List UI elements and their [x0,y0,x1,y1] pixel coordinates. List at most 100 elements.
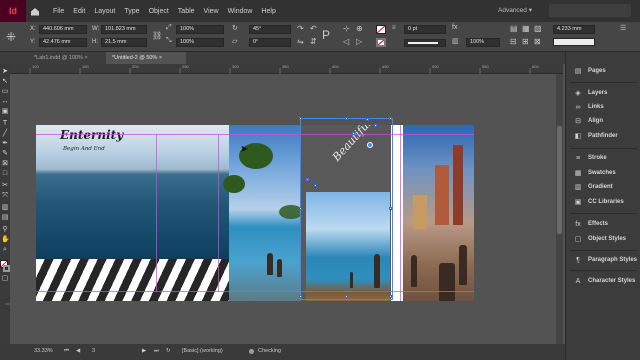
selection-handle[interactable] [299,117,302,120]
selection-handle[interactable] [299,295,302,298]
menu-layout[interactable]: Layout [94,8,115,15]
preflight-profile[interactable]: [Basic] (working) [182,348,223,354]
opacity-field[interactable]: 100% [466,38,500,47]
direct-selection-tool-icon[interactable]: ↖ [1,78,9,86]
menu-edit[interactable]: Edit [73,8,85,15]
zoom-tool-icon[interactable]: ⌕ [1,246,9,254]
refresh-icon[interactable]: ↻ [166,348,171,354]
panel-paragraph-styles[interactable]: ¶ Paragraph Styles [566,253,640,267]
flip-vertical-icon[interactable]: ⇵ [310,37,317,46]
panel-align[interactable]: ⊟ Align [566,114,640,128]
panel-layers[interactable]: ◈ Layers [566,86,640,100]
menu-table[interactable]: Table [178,8,195,15]
stroke-swatch-icon[interactable] [376,38,386,47]
select-previous-icon[interactable]: ◁ [343,37,349,46]
reference-point-icon[interactable]: ⁜ [6,30,16,44]
selection-handle[interactable] [299,207,302,210]
page-tool-icon[interactable]: ▭ [1,88,9,96]
panel-character-styles[interactable]: A Character Styles [566,274,640,288]
rectangle-frame-tool-icon[interactable]: ⊠ [1,160,9,168]
menu-object[interactable]: Object [149,8,169,15]
tab-untitled-2[interactable]: *Untitled-2 @ 50% × [106,52,186,64]
street-photo[interactable] [403,125,474,301]
constrain-link-icon[interactable]: ⛓ [152,31,162,40]
menu-view[interactable]: View [204,8,219,15]
frame-fitting-icon[interactable]: ⊠ [534,37,541,46]
effects-fx-icon[interactable]: fx [452,24,457,31]
rectangle-tool-icon[interactable]: □ [1,170,9,178]
gradient-tool-icon[interactable]: ▥ [1,204,9,212]
note-tool-icon[interactable]: ▤ [1,214,9,222]
select-content-icon[interactable]: ⊕ [356,24,363,33]
panel-stroke[interactable]: ≡ Stroke [566,151,640,165]
document-canvas[interactable]: Enternity Begin And End Beautiful ➤ [10,74,563,344]
style-dropdown[interactable] [553,38,595,46]
scissors-tool-icon[interactable]: ✂ [1,182,9,190]
free-transform-tool-icon[interactable]: ⤧ [1,192,9,200]
page-spread[interactable]: Enternity Begin And End Beautiful [36,125,474,301]
selection-handle[interactable] [389,207,392,210]
selection-handle[interactable] [389,295,392,298]
menu-help[interactable]: Help [261,8,275,15]
panel-menu-icon[interactable]: ☰ [620,24,626,32]
distribute-icon[interactable]: ⊞ [522,37,529,46]
type-tool-icon[interactable]: T [1,120,9,128]
type-path-icon[interactable]: P [322,28,330,42]
fill-swatch-icon[interactable] [376,25,386,34]
first-page-icon[interactable]: ⏮ [64,348,69,355]
panel-gradient[interactable]: ▥ Gradient [566,180,640,194]
vertical-scrollbar[interactable] [556,74,563,344]
page-number[interactable]: 3 [92,348,95,354]
path-handle[interactable] [314,184,317,187]
workspace-switcher[interactable]: Advanced ▾ [498,6,532,14]
panel-pages[interactable]: ▤ Pages [566,64,640,78]
selection-bounding-box[interactable] [299,117,393,300]
rotate-ccw-icon[interactable]: ↶ [310,24,317,33]
stroke-type-dropdown[interactable] [404,39,446,47]
offset-field[interactable]: 4.233 mm [553,25,595,34]
gap-tool-icon[interactable]: ↔ [1,98,9,106]
panel-object-styles[interactable]: ▢ Object Styles [566,232,640,246]
rotate-cw-icon[interactable]: ↷ [297,24,304,33]
rotate-field[interactable]: 45° [249,25,291,34]
panel-effects[interactable]: fx Effects [566,217,640,231]
next-page-icon[interactable]: ▶ [142,348,146,354]
flip-horizontal-icon[interactable]: ⇋ [297,37,304,46]
tab-close-icon[interactable]: × [159,55,162,61]
eyedropper-tool-icon[interactable]: ⚲ [1,226,9,234]
vertical-scroll-thumb[interactable] [557,126,562,234]
w-field[interactable]: 101.823 mm [101,25,147,34]
content-collector-icon[interactable]: ▣ [1,108,9,116]
stroke-weight-field[interactable]: 0 pt [404,25,446,34]
zoom-level[interactable]: 33.33% [34,348,53,354]
path-handle[interactable] [306,178,309,181]
text-wrap-shape-icon[interactable]: ▧ [534,24,542,33]
shear-field[interactable]: 0° [249,38,291,47]
tab-lab1[interactable]: *Lab1.indd @ 100% × [28,52,106,64]
text-wrap-none-icon[interactable]: ▤ [510,24,518,33]
stroke-color-icon[interactable] [3,265,10,272]
selection-handle[interactable] [345,295,348,298]
panel-swatches[interactable]: ▦ Swatches [566,166,640,180]
panel-cc-libraries[interactable]: ▣ CC Libraries [566,195,640,209]
scale-x-field[interactable]: 100% [176,25,224,34]
select-next-icon[interactable]: ▷ [356,37,362,46]
selection-handle[interactable] [345,117,348,120]
pen-tool-icon[interactable]: ✒ [1,140,9,148]
content-grabber-icon[interactable] [367,142,373,148]
last-page-icon[interactable]: ⏭ [154,348,159,355]
text-wrap-bbox-icon[interactable]: ▦ [522,24,530,33]
menu-file[interactable]: File [53,8,64,15]
panel-links[interactable]: ∞ Links [566,100,640,114]
path-handle[interactable] [374,124,377,127]
align-icon[interactable]: ⊟ [510,37,517,46]
scale-y-field[interactable]: 100% [176,38,224,47]
hand-tool-icon[interactable]: ✋ [1,236,10,244]
screen-mode-icon[interactable]: ▢ [1,275,9,283]
search-box[interactable] [549,4,631,17]
tab-close-icon[interactable]: × [85,55,88,61]
y-field[interactable]: 42.476 mm [39,38,87,47]
previous-page-icon[interactable]: ◀ [76,348,80,354]
h-field[interactable]: 21.5 mm [101,38,147,47]
menu-type[interactable]: Type [124,8,139,15]
